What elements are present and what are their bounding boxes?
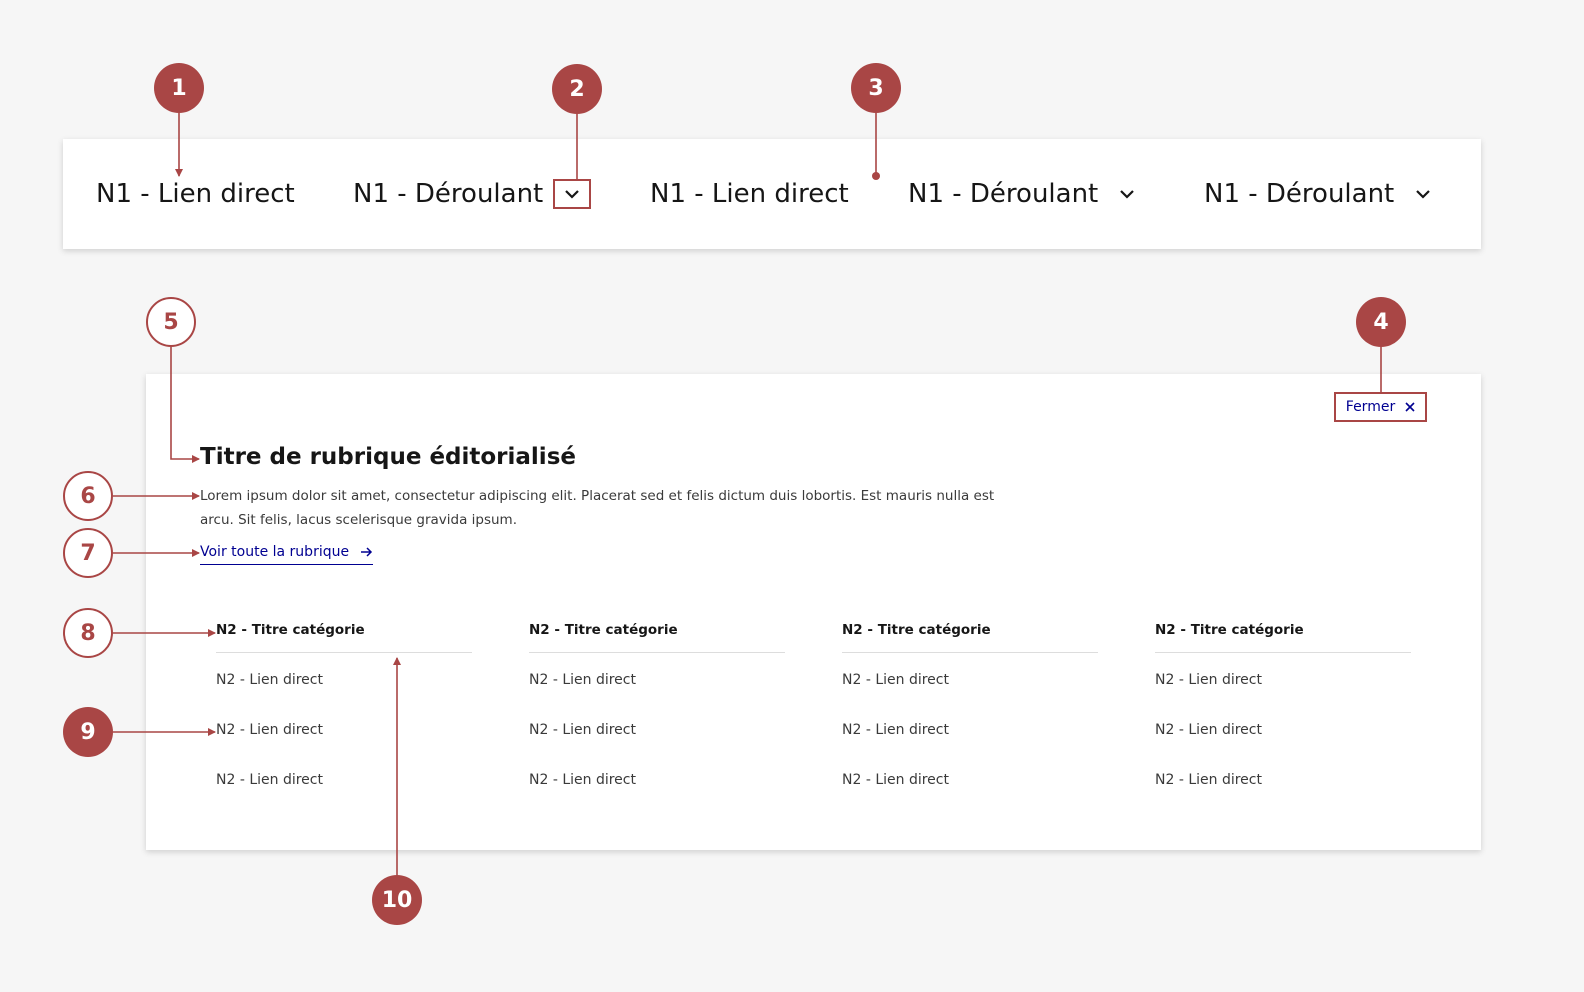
category-title: N2 - Titre catégorie <box>1155 622 1411 653</box>
category-link[interactable]: N2 - Lien direct <box>216 755 472 805</box>
main-navigation: N1 - Lien direct N1 - Déroulant N1 - Lie… <box>63 139 1481 249</box>
category-link[interactable]: N2 - Lien direct <box>216 705 472 755</box>
chevron-down-icon[interactable] <box>1108 179 1146 209</box>
see-section-link-label: Voir toute la rubrique <box>200 544 350 560</box>
annotation-marker-7: 7 <box>63 528 113 578</box>
category-title: N2 - Titre catégorie <box>529 622 785 653</box>
annotation-marker-9: 9 <box>63 707 113 757</box>
annotation-marker-3: 3 <box>851 63 901 113</box>
close-button[interactable]: Fermer <box>1334 392 1427 422</box>
chevron-down-icon[interactable] <box>553 179 592 209</box>
nav-item-direct-link-2[interactable]: N1 - Lien direct <box>650 139 849 249</box>
annotation-marker-5: 5 <box>146 297 196 347</box>
nav-item-label: N1 - Déroulant <box>1204 179 1395 209</box>
category-link[interactable]: N2 - Lien direct <box>842 755 1098 805</box>
category-link[interactable]: N2 - Lien direct <box>842 705 1098 755</box>
category-title: N2 - Titre catégorie <box>216 622 472 653</box>
nav-item-label: N1 - Déroulant <box>353 179 544 209</box>
category-column: N2 - Titre catégorie N2 - Lien direct N2… <box>842 622 1098 805</box>
panel-title: Titre de rubrique éditorialisé <box>200 444 576 470</box>
category-link[interactable]: N2 - Lien direct <box>216 655 472 705</box>
category-title: N2 - Titre catégorie <box>842 622 1098 653</box>
annotation-marker-1: 1 <box>154 63 204 113</box>
category-link[interactable]: N2 - Lien direct <box>1155 755 1411 805</box>
close-button-label: Fermer <box>1345 399 1396 415</box>
nav-item-label: N1 - Déroulant <box>908 179 1099 209</box>
arrow-right-icon <box>361 547 373 557</box>
annotation-marker-4: 4 <box>1356 297 1406 347</box>
nav-item-label: N1 - Lien direct <box>650 179 849 209</box>
annotation-marker-10: 10 <box>372 875 422 925</box>
see-section-link[interactable]: Voir toute la rubrique <box>200 544 374 565</box>
panel-description: Lorem ipsum dolor sit amet, consectetur … <box>200 488 995 528</box>
mega-menu-panel: Fermer Titre de rubrique éditorialisé Lo… <box>146 374 1481 850</box>
nav-item-label: N1 - Lien direct <box>96 179 295 209</box>
category-column: N2 - Titre catégorie N2 - Lien direct N2… <box>529 622 785 805</box>
nav-item-dropdown-3[interactable]: N1 - Déroulant <box>1204 139 1442 249</box>
annotation-marker-2: 2 <box>552 64 602 114</box>
close-icon <box>1405 402 1415 412</box>
category-link[interactable]: N2 - Lien direct <box>1155 705 1411 755</box>
annotation-marker-6: 6 <box>63 471 113 521</box>
nav-item-dropdown-1[interactable]: N1 - Déroulant <box>353 139 592 249</box>
category-link[interactable]: N2 - Lien direct <box>1155 655 1411 705</box>
category-link[interactable]: N2 - Lien direct <box>529 655 785 705</box>
category-link[interactable]: N2 - Lien direct <box>842 655 1098 705</box>
category-link[interactable]: N2 - Lien direct <box>529 705 785 755</box>
nav-item-direct-link-1[interactable]: N1 - Lien direct <box>96 139 295 249</box>
nav-item-dropdown-2[interactable]: N1 - Déroulant <box>908 139 1146 249</box>
chevron-down-icon[interactable] <box>1404 179 1442 209</box>
category-column: N2 - Titre catégorie N2 - Lien direct N2… <box>1155 622 1411 805</box>
category-link[interactable]: N2 - Lien direct <box>529 755 785 805</box>
annotation-marker-8: 8 <box>63 608 113 658</box>
category-column: N2 - Titre catégorie N2 - Lien direct N2… <box>216 622 472 805</box>
